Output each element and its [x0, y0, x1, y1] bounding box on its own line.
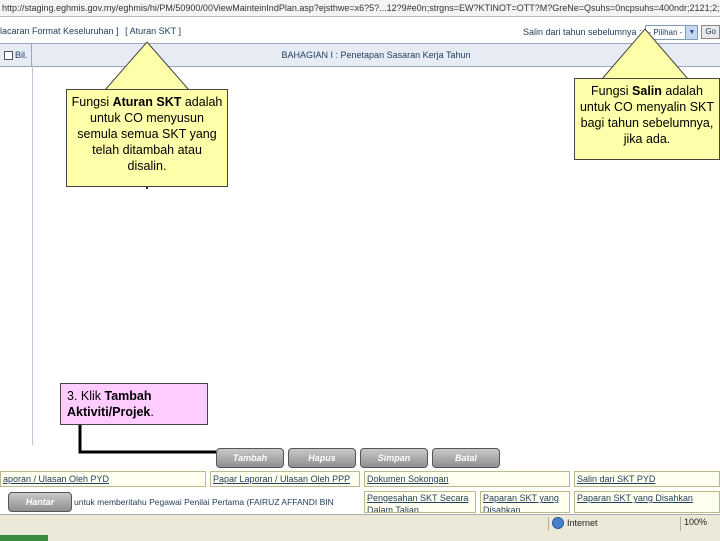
top-links: lacaran Format Keseluruhan ] [ Aturan SK…: [0, 21, 185, 41]
grid-header: Bil. BAHAGIAN I : Penetapan Sasaran Kerj…: [0, 43, 720, 67]
hapus-button[interactable]: Hapus: [288, 448, 356, 468]
status-separator: [548, 517, 549, 531]
callout-aturan-skt: Fungsi Aturan SKT adalah untuk CO menyus…: [66, 89, 228, 187]
salin-label: Salin dari tahun sebelumnya :: [522, 27, 642, 37]
globe-icon: [552, 517, 564, 529]
link-format-keseluruhan[interactable]: lacaran Format Keseluruhan ]: [0, 26, 119, 36]
go-button[interactable]: Go: [701, 25, 720, 39]
link-pengesahan-skt[interactable]: Pengesahan SKT Secara Dalam Talian: [364, 491, 476, 513]
link-aturan-skt[interactable]: [ Aturan SKT ]: [125, 26, 181, 36]
zoom-level[interactable]: 100%: [684, 517, 707, 527]
batal-button[interactable]: Batal: [432, 448, 500, 468]
callout-salin-bold: Salin: [632, 84, 662, 98]
year-select[interactable]: - Pilihan - ▼: [644, 24, 699, 40]
progress-indicator: [0, 535, 48, 541]
callout-step3-suffix: .: [150, 405, 154, 419]
link-paparan-skt-2[interactable]: Paparan SKT yang Disahkan: [574, 491, 720, 513]
link-paparan-skt-1[interactable]: Paparan SKT yang Disahkan: [480, 491, 570, 513]
status-separator-2: [680, 517, 681, 531]
select-all-checkbox[interactable]: [4, 50, 13, 60]
callout-salin-prefix: Fungsi: [591, 84, 633, 98]
action-buttons: Tambah Hapus Simpan Batal: [216, 448, 500, 468]
link-laporan-ppp[interactable]: Papar Laporan / Ulasan Oleh PPP: [210, 471, 360, 487]
status-bar: Internet 100%: [0, 514, 720, 541]
zone-label: Internet: [567, 518, 598, 528]
year-select-value: - Pilihan -: [648, 27, 683, 37]
url-text: http://staging.eghmis.gov.my/eghmis/hi/P…: [2, 3, 720, 13]
link-dokumen-sokongan[interactable]: Dokumen Sokongan: [364, 471, 570, 487]
callout-aturan-prefix: Fungsi: [71, 95, 113, 109]
zone-indicator: Internet: [552, 517, 598, 529]
callout-salin: Fungsi Salin adalah untuk CO menyalin SK…: [574, 78, 720, 160]
callout-aturan-bold: Aturan SKT: [112, 95, 182, 109]
chevron-down-icon[interactable]: ▼: [685, 25, 698, 39]
hantar-button[interactable]: Hantar: [8, 492, 72, 512]
salin-bar: Salin dari tahun sebelumnya : - Pilihan …: [523, 24, 720, 40]
hantar-description: untuk memberitahu Pegawai Penilai Pertam…: [74, 497, 334, 507]
link-salin-skt-pyd[interactable]: Salin dari SKT PYD: [574, 471, 720, 487]
tambah-button[interactable]: Tambah: [216, 448, 284, 468]
simpan-button[interactable]: Simpan: [360, 448, 428, 468]
cursor-dot: [146, 187, 148, 189]
callout-step3-prefix: 3. Klik: [67, 389, 105, 403]
address-bar[interactable]: http://staging.eghmis.gov.my/eghmis/hi/P…: [0, 0, 720, 17]
column-divider: [32, 65, 33, 445]
bil-label: Bil.: [15, 50, 28, 60]
link-laporan-pyd[interactable]: aporan / Ulasan Oleh PYD: [0, 471, 206, 487]
bil-column-header: Bil.: [0, 44, 32, 66]
section-title: BAHAGIAN I : Penetapan Sasaran Kerja Tah…: [281, 50, 471, 60]
callout-step3: 3. Klik Tambah Aktiviti/Projek.: [60, 383, 208, 425]
